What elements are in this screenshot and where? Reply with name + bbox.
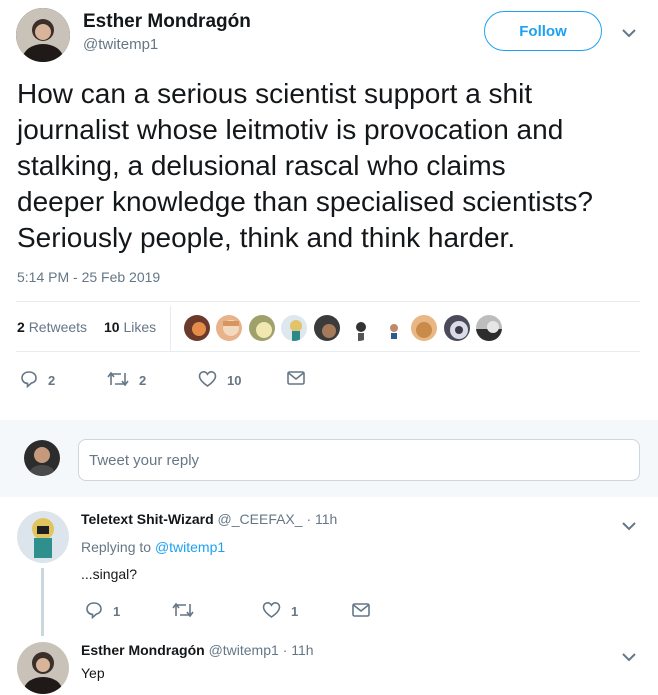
author-name[interactable]: Esther Mondragón	[83, 11, 251, 33]
tweet-text: How can a serious scientist support a sh…	[17, 76, 647, 256]
like-count: 1	[291, 604, 299, 619]
replying-to: Replying to @twitemp1	[81, 539, 225, 555]
like-icon	[262, 601, 281, 622]
retweet-action[interactable]: 2	[107, 370, 146, 391]
reply-header: Teletext Shit-Wizard @_CEEFAX_ · 11h	[81, 511, 337, 527]
tweet-timestamp[interactable]: 5:14 PM - 25 Feb 2019	[17, 269, 160, 285]
replying-to-handle[interactable]: @twitemp1	[155, 539, 225, 555]
retweet-icon	[172, 601, 194, 622]
reply-text: Yep	[81, 665, 105, 681]
reply-count: 1	[113, 604, 121, 619]
direct-message-action[interactable]	[352, 602, 370, 621]
like-action[interactable]: 1	[262, 601, 298, 622]
like-count: 10	[227, 373, 242, 388]
liker-avatar[interactable]	[182, 313, 212, 343]
reply-author-avatar[interactable]	[17, 642, 69, 694]
retweet-action[interactable]	[172, 601, 204, 622]
reply-author-name[interactable]: Teletext Shit-Wizard	[81, 511, 214, 527]
likes-stat[interactable]: 10 Likes	[104, 319, 156, 335]
tweet-text-line: How can a serious scientist support a sh…	[17, 78, 533, 109]
liker-avatar[interactable]	[376, 313, 407, 343]
reply-time[interactable]: · 11h	[306, 511, 337, 527]
author-avatar[interactable]	[16, 8, 70, 62]
tweet-text-line: journalist whose leitmotiv is provocatio…	[17, 114, 564, 145]
direct-message-action[interactable]	[287, 370, 305, 389]
divider	[16, 351, 640, 352]
author-handle[interactable]: @twitemp1	[83, 36, 158, 53]
liker-avatar[interactable]	[246, 313, 277, 343]
retweet-count: 2	[139, 373, 147, 388]
stats-separator	[170, 306, 171, 352]
reply-input[interactable]: Tweet your reply	[78, 439, 640, 481]
reply-icon	[85, 601, 103, 622]
reply-composer: Tweet your reply	[0, 420, 658, 497]
like-action[interactable]: 10	[198, 370, 241, 391]
reply-icon	[20, 370, 38, 391]
likes-count: 10	[104, 319, 120, 335]
liker-avatar[interactable]	[311, 313, 342, 343]
retweets-stat[interactable]: 2 Retweets	[17, 319, 87, 335]
follow-button-label: Follow	[519, 22, 567, 40]
replying-to-label: Replying to	[81, 539, 152, 555]
likers-avatars	[182, 313, 505, 343]
reply-author-avatar[interactable]	[17, 511, 69, 563]
reply-text: ...singal?	[81, 566, 138, 582]
liker-avatar[interactable]	[474, 313, 505, 343]
retweet-icon	[107, 370, 129, 391]
message-icon	[352, 602, 370, 621]
liker-avatar[interactable]	[344, 313, 375, 343]
reply-time[interactable]: · 11h	[283, 642, 314, 658]
chevron-down-icon[interactable]	[622, 518, 636, 536]
liker-avatar[interactable]	[279, 313, 310, 343]
reply-action[interactable]: 2	[20, 370, 55, 391]
tweet-text-line: stalking, a delusional rascal who claims	[17, 150, 506, 181]
tweet-text-line: deeper knowledge than specialised scient…	[17, 186, 593, 217]
message-icon	[287, 370, 305, 389]
liker-avatar[interactable]	[441, 313, 472, 343]
liker-avatar[interactable]	[409, 313, 440, 343]
chevron-down-icon[interactable]	[622, 25, 636, 43]
liker-avatar[interactable]	[214, 313, 245, 343]
follow-button[interactable]: Follow	[484, 11, 602, 51]
reply-input-placeholder: Tweet your reply	[89, 451, 200, 469]
reply-author-name[interactable]: Esther Mondragón	[81, 642, 205, 658]
reply-action[interactable]: 1	[85, 601, 120, 622]
divider	[16, 301, 640, 302]
reply-count: 2	[48, 373, 56, 388]
reply-author-handle[interactable]: @twitemp1	[209, 642, 279, 658]
thread-line	[41, 568, 44, 636]
likes-label: Likes	[123, 319, 157, 335]
reply-header: Esther Mondragón @twitemp1 · 11h	[81, 642, 314, 658]
retweets-count: 2	[17, 319, 25, 335]
reply-author-handle[interactable]: @_CEEFAX_	[218, 511, 303, 527]
current-user-avatar[interactable]	[24, 440, 60, 476]
tweet-text-line: Seriously people, think and think harder…	[17, 222, 516, 253]
like-icon	[198, 370, 217, 391]
retweets-label: Retweets	[28, 319, 88, 335]
chevron-down-icon[interactable]	[622, 649, 636, 667]
